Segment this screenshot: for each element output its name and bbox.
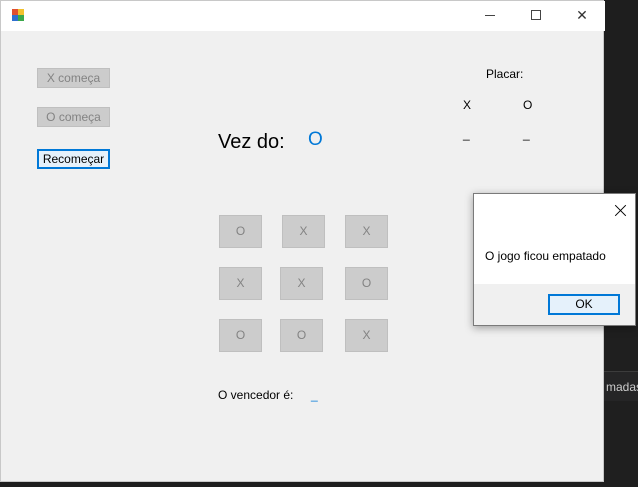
minimize-icon — [485, 15, 495, 16]
score-x-label: X — [463, 98, 472, 112]
ok-button[interactable]: OK — [548, 294, 620, 315]
message-dialog: O jogo ficou empatado OK — [473, 193, 636, 326]
close-button[interactable]: ✕ — [559, 1, 605, 31]
board-cell-2[interactable]: X — [282, 215, 325, 248]
title-bar: ✕ — [1, 1, 605, 31]
winner-label: O vencedor é: — [218, 388, 294, 402]
o-starts-button[interactable]: O começa — [37, 107, 110, 127]
maximize-button[interactable] — [513, 1, 559, 31]
x-starts-button[interactable]: X começa — [37, 68, 110, 88]
winner-value: _ — [311, 388, 318, 402]
score-x-value: _ — [463, 127, 470, 141]
score-o-label: O — [523, 98, 533, 112]
minimize-button[interactable] — [467, 1, 513, 31]
maximize-icon — [531, 10, 541, 20]
restart-button[interactable]: Recomeçar — [37, 149, 110, 169]
board-cell-9[interactable]: X — [345, 319, 388, 352]
board-cell-8[interactable]: O — [280, 319, 323, 352]
board-cell-6[interactable]: O — [345, 267, 388, 300]
app-icon — [12, 9, 24, 21]
score-o-value: _ — [523, 127, 530, 141]
dialog-footer: OK — [474, 284, 635, 325]
dialog-message: O jogo ficou empatado — [485, 249, 606, 263]
board-cell-7[interactable]: O — [219, 319, 262, 352]
board-cell-5[interactable]: X — [280, 267, 323, 300]
close-icon: ✕ — [576, 7, 588, 23]
turn-label: Vez do: — [218, 131, 285, 153]
board-cell-3[interactable]: X — [345, 215, 388, 248]
board-cell-1[interactable]: O — [219, 215, 262, 248]
score-title: Placar: — [486, 67, 524, 81]
dialog-close-button[interactable] — [610, 200, 632, 222]
background-tab: madas — [600, 371, 638, 401]
background-tab-label: madas — [606, 380, 638, 394]
turn-value: O — [308, 129, 323, 150]
board-cell-4[interactable]: X — [219, 267, 262, 300]
